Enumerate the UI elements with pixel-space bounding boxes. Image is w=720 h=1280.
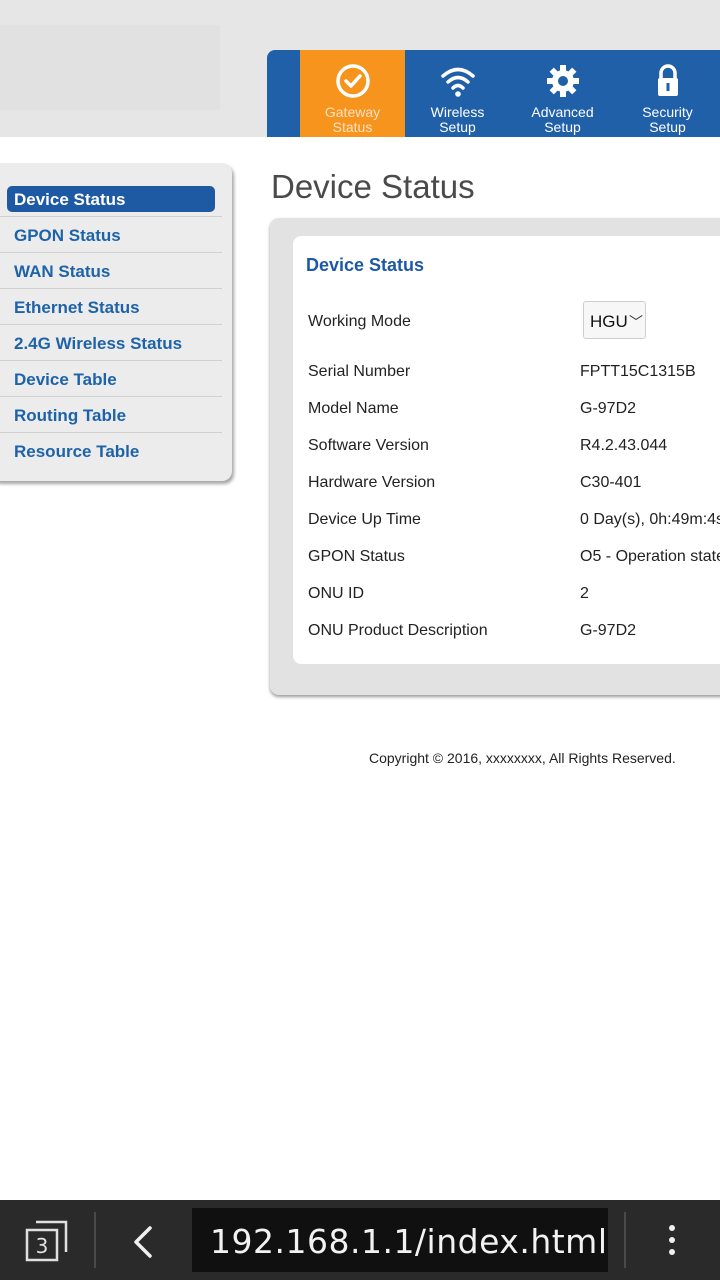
- device-up-time-label: Device Up Time: [308, 511, 421, 528]
- overflow-menu-button[interactable]: [660, 1220, 684, 1260]
- tab-label: Setup: [544, 119, 581, 135]
- tab-label: Setup: [649, 119, 686, 135]
- sidebar-item-label: Resource Table: [14, 442, 140, 461]
- sidebar-item-wireless-status[interactable]: 2.4G Wireless Status: [0, 325, 222, 361]
- card-title: Device Status: [306, 255, 425, 275]
- onu-product-description-value: G-97D2: [580, 622, 637, 639]
- tab-label: Security: [642, 104, 693, 120]
- sidebar-item-ethernet-status[interactable]: Ethernet Status: [0, 289, 222, 325]
- tab-label: Advanced: [531, 104, 594, 120]
- more-vertical-icon: [669, 1225, 675, 1255]
- working-mode-select[interactable]: HGU ﹀: [583, 301, 646, 339]
- hardware-version-value: C30-401: [580, 474, 642, 491]
- sidebar-item-label: GPON Status: [14, 226, 121, 245]
- sidebar-item-gpon-status[interactable]: GPON Status: [0, 217, 222, 253]
- hardware-version-label: Hardware Version: [308, 474, 436, 491]
- sidebar-item-label: Routing Table: [14, 406, 127, 425]
- chevron-left-icon: [134, 1226, 152, 1258]
- tab-advanced-setup[interactable]: Advanced Setup: [510, 50, 615, 137]
- gpon-status-value: O5 - Operation state: [580, 548, 720, 565]
- back-button[interactable]: [128, 1222, 160, 1262]
- onu-id-value: 2: [580, 585, 589, 602]
- tabs-icon: 3: [25, 1220, 68, 1262]
- logo: [0, 25, 220, 110]
- divider: [94, 1212, 96, 1268]
- tab-security-setup[interactable]: Security Setup: [615, 50, 720, 137]
- sidebar-item-label: Device Status: [14, 190, 126, 209]
- sidebar-item-label: WAN Status: [14, 262, 111, 281]
- sidebar: Device Status GPON Status WAN Status Eth…: [0, 163, 232, 481]
- sidebar-item-wan-status[interactable]: WAN Status: [0, 253, 222, 289]
- copyright-text: Copyright © 2016, xxxxxxxx, All Rights R…: [369, 750, 676, 766]
- tab-wireless-setup[interactable]: Wireless Setup: [405, 50, 510, 137]
- sidebar-item-label: 2.4G Wireless Status: [14, 334, 183, 353]
- working-mode-label: Working Mode: [308, 313, 411, 330]
- sidebar-item-device-table[interactable]: Device Table: [0, 361, 222, 397]
- onu-id-label: ONU ID: [308, 585, 364, 602]
- tabs-button[interactable]: 3: [22, 1216, 72, 1266]
- serial-number-label: Serial Number: [308, 363, 411, 380]
- device-up-time-value: 0 Day(s), 0h:49m:4s: [580, 511, 720, 528]
- gear-icon: [546, 65, 579, 97]
- sidebar-item-label: Ethernet Status: [14, 298, 140, 317]
- onu-product-description-label: ONU Product Description: [308, 622, 488, 639]
- sidebar-item-device-status[interactable]: Device Status: [0, 181, 222, 217]
- tab-label: Setup: [439, 119, 476, 135]
- tab-count: 3: [36, 1234, 49, 1258]
- sidebar-item-label: Device Table: [14, 370, 117, 389]
- wifi-icon: [440, 67, 475, 97]
- model-name-value: G-97D2: [580, 400, 637, 417]
- sidebar-item-resource-table[interactable]: Resource Table: [0, 433, 222, 468]
- lock-icon: [657, 64, 678, 96]
- page-title: Device Status: [271, 168, 475, 205]
- tab-gateway-status[interactable]: Gateway Status: [300, 50, 405, 137]
- software-version-value: R4.2.43.044: [580, 437, 668, 454]
- check-circle-icon: [335, 64, 370, 98]
- url-text[interactable]: 192.168.1.1/index.html: [210, 1222, 608, 1261]
- tab-label: Status: [332, 119, 373, 135]
- working-mode-value: HGU: [590, 312, 628, 331]
- tab-label: Gateway: [324, 104, 381, 120]
- chevron-down-icon: ﹀: [629, 314, 643, 330]
- software-version-label: Software Version: [308, 437, 429, 454]
- gpon-status-label: GPON Status: [308, 548, 405, 565]
- tab-label: Wireless: [430, 104, 485, 120]
- model-name-label: Model Name: [308, 400, 399, 417]
- divider: [624, 1212, 626, 1268]
- serial-number-value: FPTT15C1315B: [580, 363, 696, 380]
- sidebar-item-routing-table[interactable]: Routing Table: [0, 397, 222, 433]
